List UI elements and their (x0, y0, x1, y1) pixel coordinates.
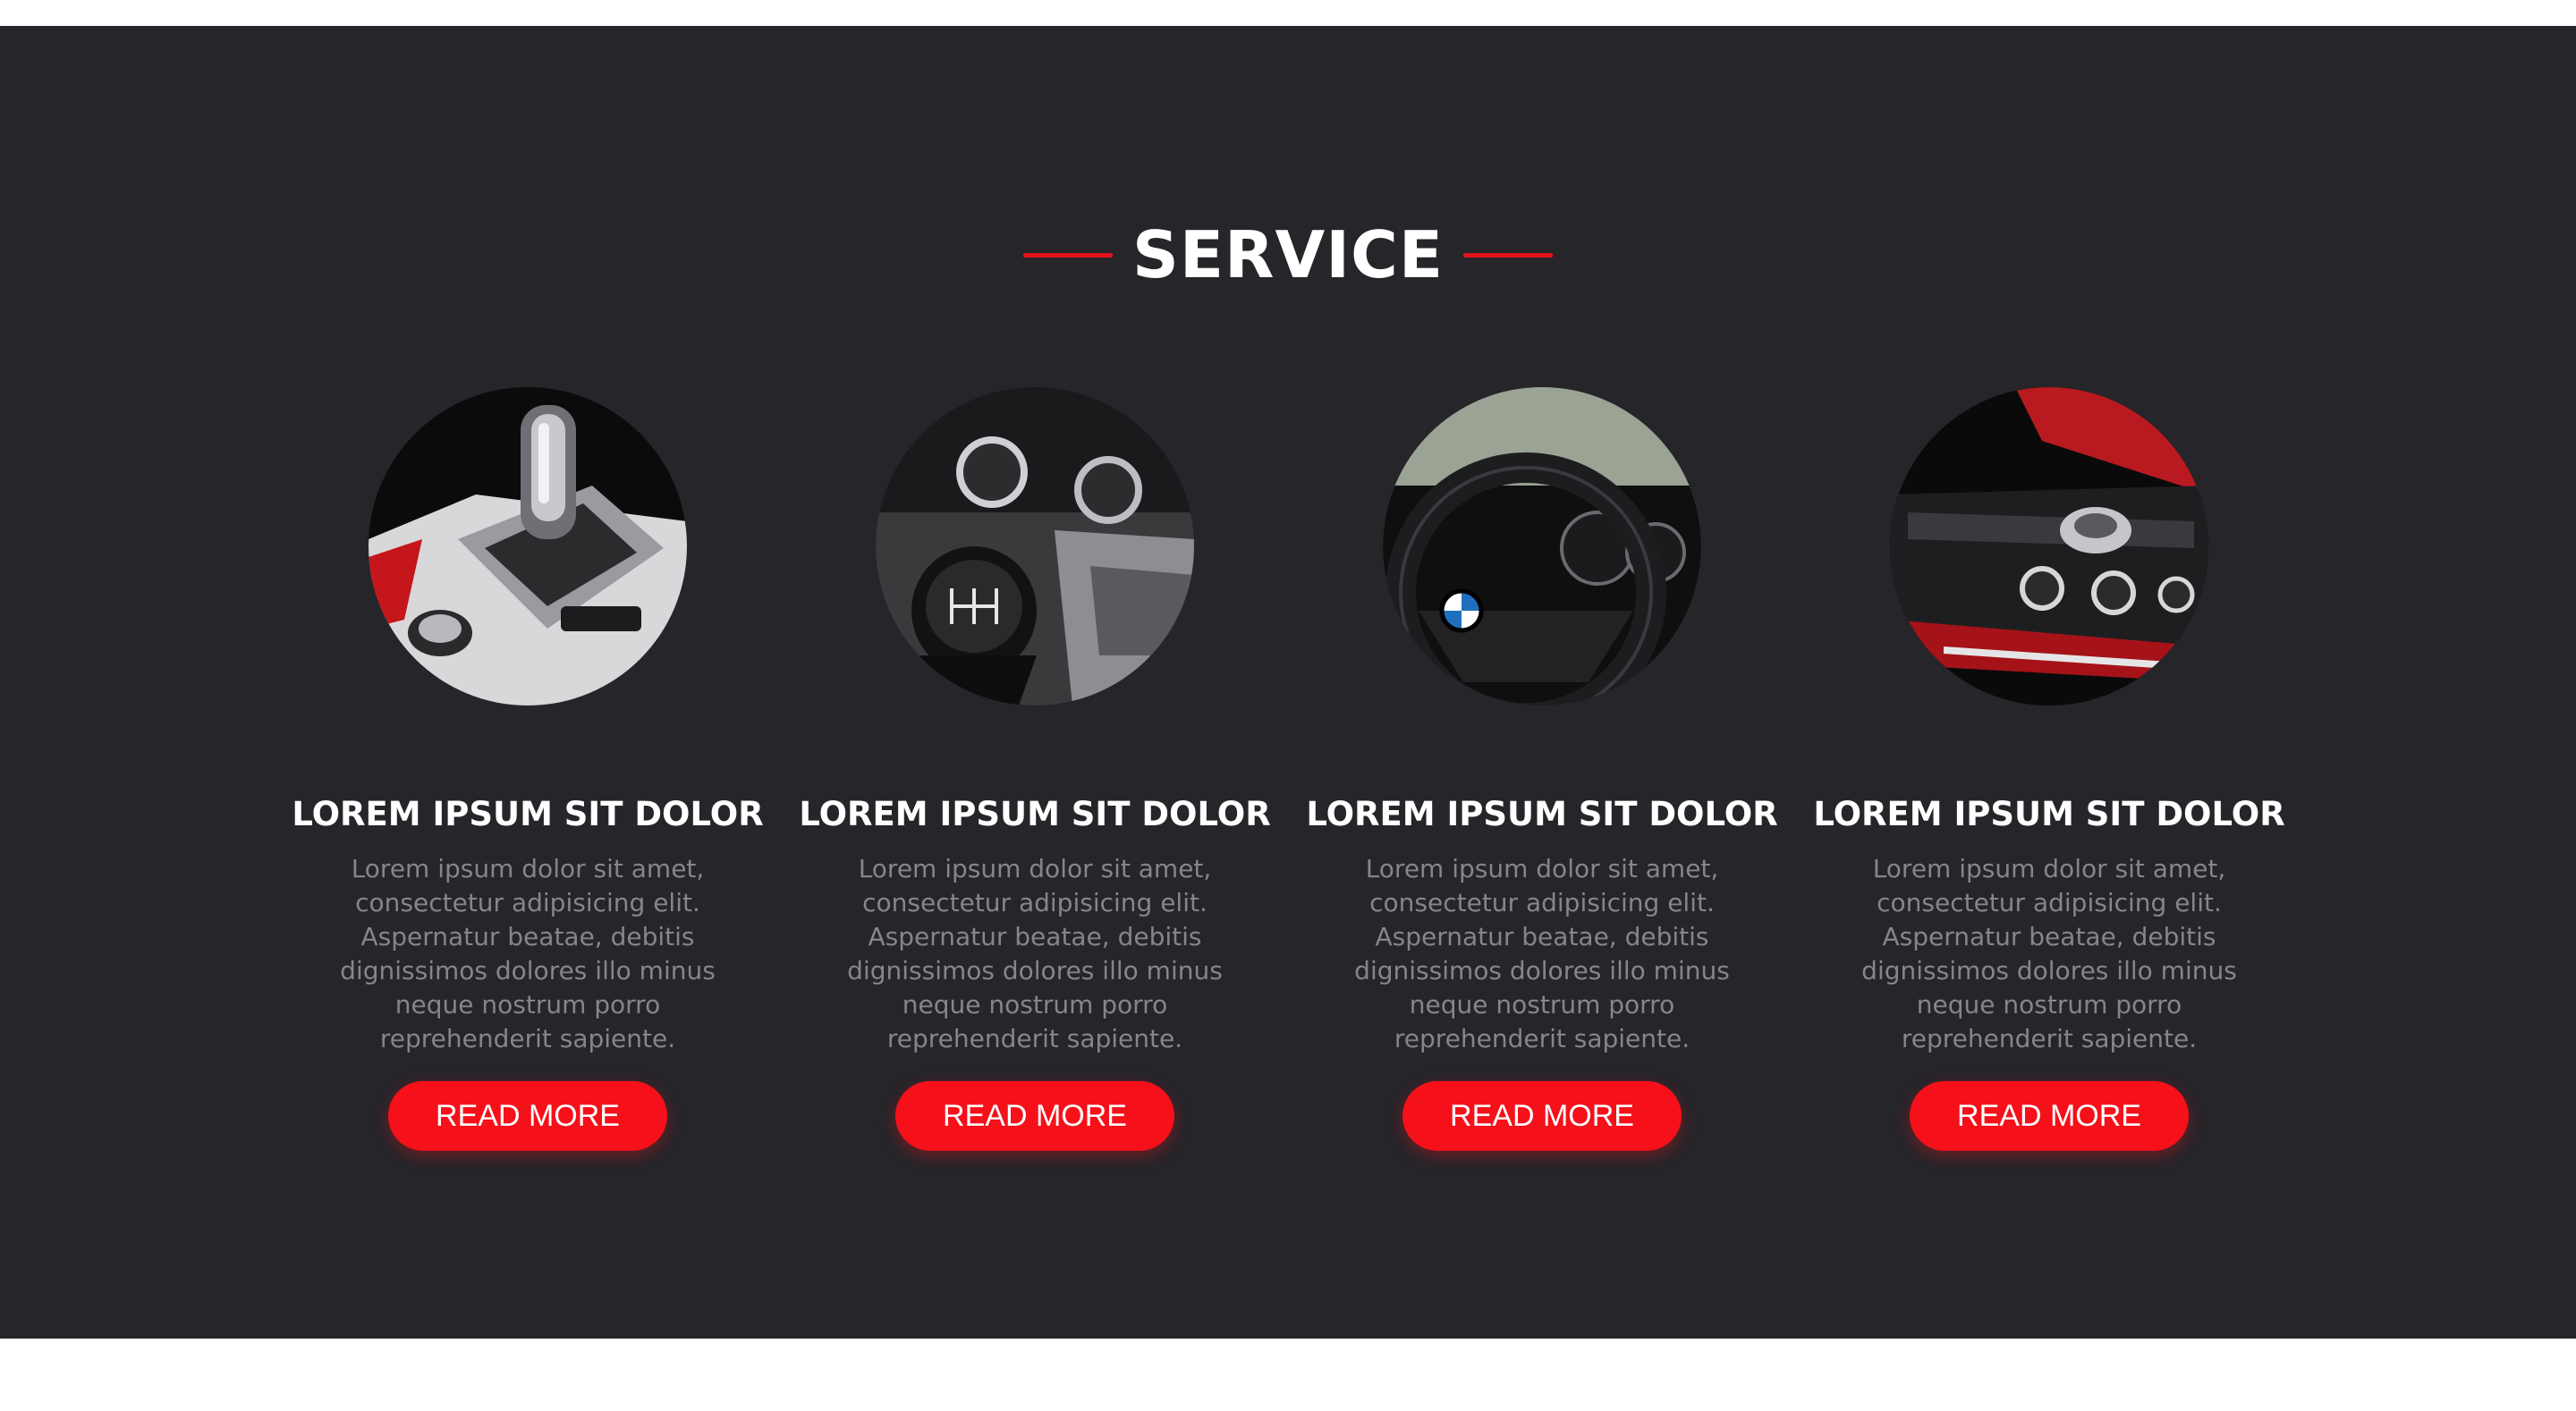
page: SERVICE LOREM IPSUM SIT DOLOR Lorem ipsu… (0, 0, 2576, 1411)
steering-wheel-icon (1383, 387, 1701, 706)
read-more-button[interactable]: READ MORE (388, 1081, 667, 1151)
center-console-icon (1890, 387, 2208, 706)
card-text: Lorem ipsum dolor sit amet, consectetur … (1354, 854, 1730, 1053)
card-text: Lorem ipsum dolor sit amet, consectetur … (1861, 854, 2237, 1053)
heading-line-left (1022, 252, 1113, 258)
service-card: LOREM IPSUM SIT DOLOR Lorem ipsum dolor … (292, 387, 764, 1192)
card-title: LOREM IPSUM SIT DOLOR (799, 795, 1271, 833)
card-title: LOREM IPSUM SIT DOLOR (1813, 795, 2285, 833)
section-title: SERVICE (1131, 217, 1444, 292)
service-card: LOREM IPSUM SIT DOLOR Lorem ipsum dolor … (1306, 387, 1778, 1192)
manual-gear-knob-icon (876, 387, 1194, 706)
section-heading: SERVICE (0, 212, 2576, 298)
heading-line-right (1463, 252, 1553, 258)
service-section: SERVICE LOREM IPSUM SIT DOLOR Lorem ipsu… (0, 26, 2576, 1339)
read-more-button[interactable]: READ MORE (1402, 1081, 1682, 1151)
card-title: LOREM IPSUM SIT DOLOR (1306, 795, 1778, 833)
service-card: LOREM IPSUM SIT DOLOR Lorem ipsum dolor … (1813, 387, 2285, 1192)
service-card: LOREM IPSUM SIT DOLOR Lorem ipsum dolor … (799, 387, 1271, 1192)
card-text: Lorem ipsum dolor sit amet, consectetur … (847, 854, 1223, 1053)
card-title: LOREM IPSUM SIT DOLOR (292, 795, 764, 833)
read-more-button[interactable]: READ MORE (1910, 1081, 2189, 1151)
automatic-gear-shifter-icon (369, 387, 687, 706)
card-text: Lorem ipsum dolor sit amet, consectetur … (340, 854, 716, 1053)
read-more-button[interactable]: READ MORE (895, 1081, 1174, 1151)
